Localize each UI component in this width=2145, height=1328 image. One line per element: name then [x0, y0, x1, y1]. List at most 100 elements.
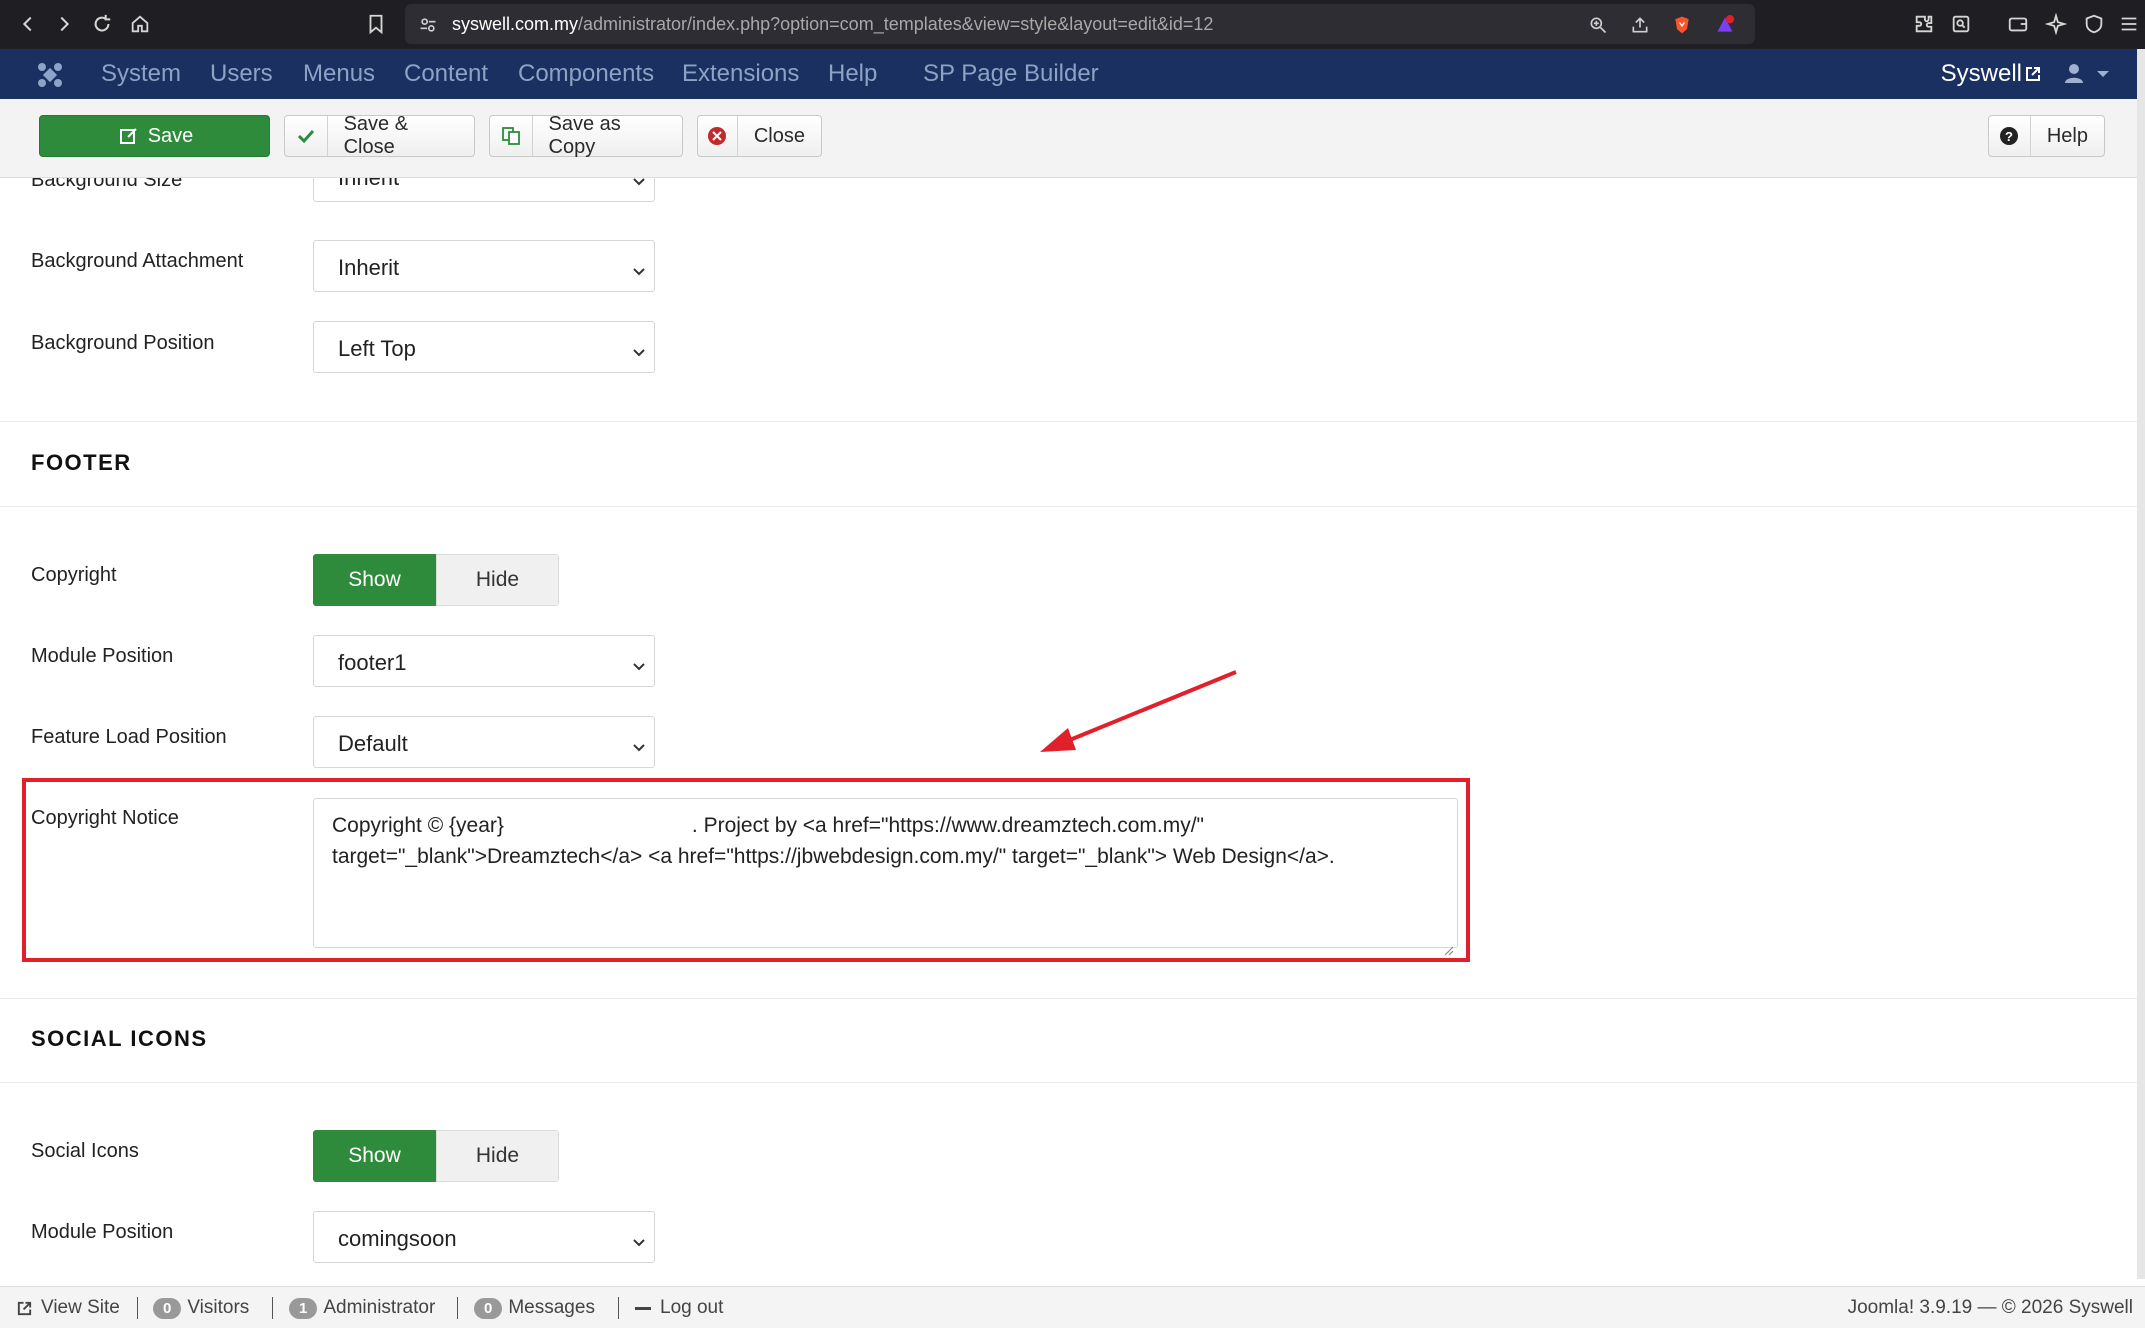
scrollbar[interactable]	[2137, 49, 2145, 1279]
reader-mode-icon[interactable]	[1945, 8, 1977, 40]
footer-module-position-value: footer1	[338, 650, 407, 675]
menu-extensions[interactable]: Extensions	[682, 60, 799, 88]
footer-module-position-select[interactable]: footer1	[313, 635, 655, 687]
divider	[457, 1297, 458, 1319]
view-site-label: View Site	[41, 1297, 120, 1318]
save-close-label: Save & Close	[343, 113, 409, 158]
save-as-copy-label: Save as Copy	[548, 113, 621, 158]
copyright-label: Copyright	[31, 564, 117, 586]
menu-help[interactable]: Help	[828, 60, 877, 88]
social-module-position-select[interactable]: comingsoon	[313, 1211, 655, 1263]
social-module-position-value: comingsoon	[338, 1226, 457, 1251]
background-size-value: Inherit	[338, 178, 399, 190]
brave-rewards-icon[interactable]	[1712, 12, 1738, 38]
menu-users[interactable]: Users	[210, 60, 273, 88]
question-circle-icon: ?	[1989, 116, 2031, 156]
share-icon[interactable]	[1627, 12, 1653, 38]
chevron-down-icon	[632, 259, 646, 276]
menu-content[interactable]: Content	[404, 60, 488, 88]
feature-load-position-select[interactable]: Default	[313, 716, 655, 768]
chevron-down-icon	[632, 340, 646, 357]
module-position-label: Module Position	[31, 645, 174, 667]
visitors-link[interactable]: 0 Visitors	[153, 1297, 249, 1319]
status-bar: View Site 0 Visitors 1 Administrator 0 M…	[0, 1286, 2145, 1328]
copyright-hide-button[interactable]: Hide	[436, 554, 559, 606]
vpn-icon[interactable]	[2078, 8, 2110, 40]
view-site-link[interactable]: View Site	[16, 1297, 120, 1319]
menu-icon[interactable]	[2113, 8, 2145, 40]
logout-link[interactable]: Log out	[634, 1297, 723, 1319]
url-path: /administrator/index.php?option=com_temp…	[578, 14, 1214, 34]
logout-label: Log out	[660, 1297, 724, 1318]
save-label: Save	[147, 124, 194, 147]
copyright-toggle: Show Hide	[313, 554, 559, 606]
wallet-icon[interactable]	[2002, 8, 2034, 40]
menu-menus[interactable]: Menus	[303, 60, 375, 88]
annotation-highlight-box	[22, 778, 1470, 962]
site-name-link[interactable]: Syswell	[1941, 60, 2022, 88]
social-icons-hide-button[interactable]: Hide	[436, 1130, 559, 1182]
social-icons-show-button[interactable]: Show	[313, 1130, 436, 1182]
background-position-select[interactable]: Left Top	[313, 321, 655, 373]
feature-load-position-label: Feature Load Position	[31, 726, 227, 748]
social-module-position-label: Module Position	[31, 1221, 174, 1243]
forward-arrow-icon[interactable]	[48, 8, 80, 40]
zoom-icon[interactable]	[1585, 12, 1611, 38]
user-avatar-icon[interactable]	[2063, 62, 2085, 84]
menu-components[interactable]: Components	[518, 60, 654, 88]
site-settings-icon[interactable]	[415, 12, 441, 38]
social-icons-section-title: SOCIAL ICONS	[31, 1026, 208, 1051]
close-circle-icon	[698, 116, 738, 156]
help-label: Help	[2046, 124, 2088, 147]
user-menu-caret-icon[interactable]	[2097, 71, 2109, 77]
background-position-label: Background Position	[31, 332, 215, 354]
background-size-select[interactable]: Inherit	[313, 178, 655, 202]
help-button[interactable]: ? Help	[1988, 115, 2105, 157]
administrator-link[interactable]: 1 Administrator	[289, 1297, 435, 1319]
chevron-down-icon	[632, 1230, 646, 1247]
svg-text:?: ?	[2005, 129, 2013, 144]
menu-sp-page-builder[interactable]: SP Page Builder	[923, 60, 1099, 88]
extensions-icon[interactable]	[1908, 8, 1940, 40]
back-arrow-icon[interactable]	[12, 8, 44, 40]
edit-toolbar: Save Save & Close Save as Copy Close ? H…	[0, 99, 2137, 178]
divider	[137, 1297, 138, 1319]
bookmark-icon[interactable]	[360, 8, 392, 40]
template-params-form: Background Size Inherit Background Attac…	[0, 178, 2137, 1286]
external-link-icon	[2024, 65, 2042, 83]
checkmark-icon	[285, 116, 328, 156]
feature-load-position-value: Default	[338, 731, 408, 756]
leo-ai-icon[interactable]	[2040, 8, 2072, 40]
reload-icon[interactable]	[86, 8, 118, 40]
background-attachment-select[interactable]: Inherit	[313, 240, 655, 292]
copyright-show-button[interactable]: Show	[313, 554, 436, 606]
save-as-copy-button[interactable]: Save as Copy	[489, 113, 683, 158]
chevron-down-icon	[632, 735, 646, 752]
administrator-label: Administrator	[323, 1297, 436, 1318]
messages-link[interactable]: 0 Messages	[474, 1297, 595, 1319]
close-button[interactable]: Close	[697, 115, 822, 157]
messages-count-badge: 0	[474, 1297, 503, 1319]
admin-menu-bar: System Users Menus Content Components Ex…	[0, 49, 2145, 99]
external-link-icon	[17, 1301, 32, 1315]
brave-shield-icon[interactable]	[1669, 12, 1695, 38]
joomla-logo-icon[interactable]	[36, 61, 64, 89]
home-icon[interactable]	[124, 8, 156, 40]
background-size-label: Background Size	[31, 178, 183, 191]
save-close-button[interactable]: Save & Close	[284, 113, 475, 158]
url-text: syswell.com.my/administrator/index.php?o…	[452, 14, 1213, 35]
background-attachment-label: Background Attachment	[31, 250, 244, 272]
visitors-label: Visitors	[187, 1297, 250, 1318]
minus-icon	[635, 1307, 651, 1310]
joomla-version-footer: Joomla! 3.9.19 — © 2026 Syswell	[1847, 1297, 2133, 1318]
save-button[interactable]: Save	[39, 115, 270, 157]
footer-section-title: FOOTER	[31, 450, 132, 475]
divider	[0, 1082, 2137, 1083]
background-position-value: Left Top	[338, 336, 416, 361]
edit-icon	[116, 116, 142, 156]
address-bar[interactable]: syswell.com.my/administrator/index.php?o…	[405, 4, 1755, 44]
chevron-down-icon	[632, 654, 646, 671]
divider	[618, 1297, 619, 1319]
chevron-down-icon	[632, 178, 646, 186]
menu-system[interactable]: System	[101, 60, 181, 88]
